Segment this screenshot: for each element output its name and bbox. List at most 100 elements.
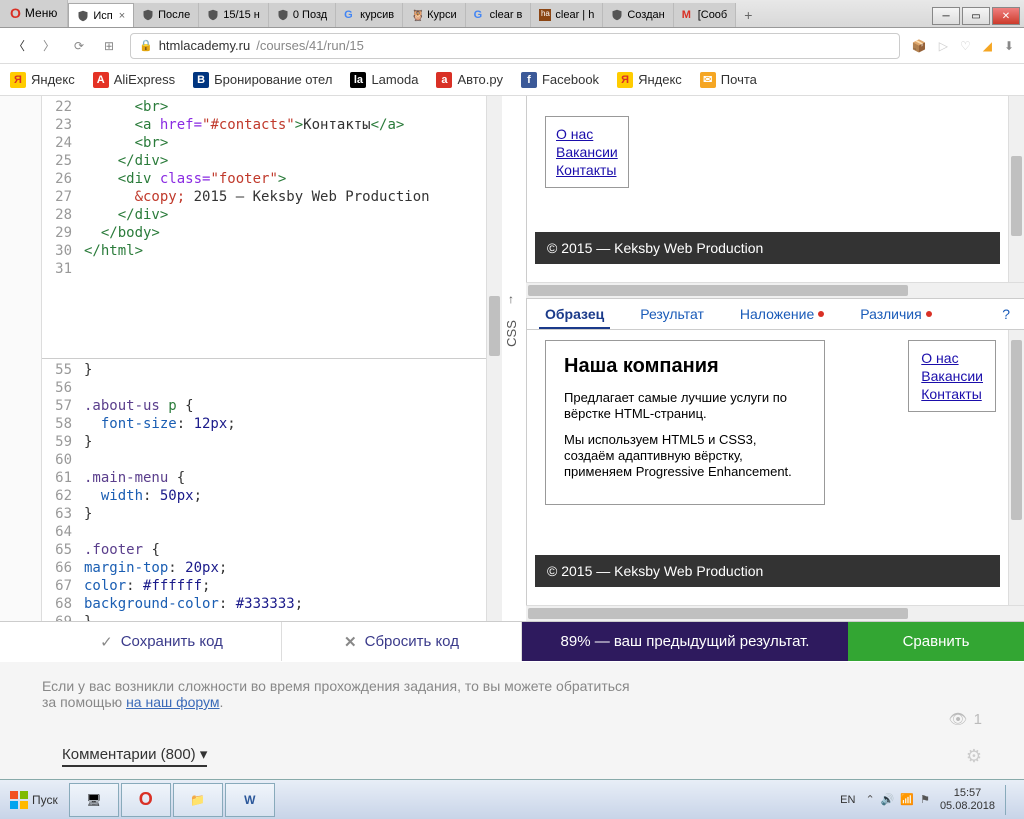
back-button[interactable]: 〈 (10, 37, 28, 55)
bookmark-item[interactable]: fFacebook (521, 72, 599, 88)
code-content[interactable]: <br> <a href="#contacts">Контакты</a> <b… (80, 96, 502, 358)
preview-sample: Наша компания Предлагает самые лучшие ус… (526, 330, 1024, 605)
bookmark-item[interactable]: ЯЯндекс (617, 72, 682, 88)
browser-tab[interactable]: Создан (603, 3, 673, 27)
footer-text: . (220, 694, 224, 710)
download-icon[interactable]: ⬇ (1004, 39, 1014, 53)
scrollbar-vertical[interactable] (486, 359, 502, 621)
gear-icon[interactable]: ⚙ (966, 746, 982, 767)
taskbar-app[interactable]: 📁 (173, 783, 223, 817)
bookmark-item[interactable]: laLamoda (350, 72, 418, 88)
button-label: Сохранить код (121, 633, 223, 650)
network-icon[interactable]: 📶 (900, 793, 914, 806)
result-text: 89% — ваш предыдущий результат. (561, 633, 810, 650)
close-icon: ✕ (344, 633, 357, 651)
nav-link[interactable]: О нас (921, 349, 983, 367)
comments-toggle[interactable]: Комментарии (800) ▾ (62, 745, 207, 767)
browser-tab[interactable]: После (134, 3, 199, 27)
preview-footer: © 2015 — Keksby Web Production (535, 232, 1000, 264)
bookmark-item[interactable]: aАвто.ру (436, 72, 503, 88)
close-window-button[interactable]: ✕ (992, 7, 1020, 25)
bookmark-item[interactable]: ✉Почта (700, 72, 757, 88)
shield-icon (142, 9, 154, 21)
window-titlebar: O Меню Исп × После 15/15 н 0 Позд Gкурси… (0, 0, 1024, 28)
new-tab-button[interactable]: + (736, 3, 760, 27)
browser-tab[interactable]: 0 Позд (269, 3, 336, 27)
tab-label: Результат (640, 306, 704, 322)
browser-tab[interactable]: haclear | h (531, 3, 603, 27)
shield-icon (277, 9, 289, 21)
volume-icon[interactable]: 🔊 (881, 793, 895, 806)
bookmark-label: Lamoda (371, 72, 418, 87)
indicator-dot (818, 311, 824, 317)
tab-help[interactable]: ? (988, 299, 1024, 329)
view-number: 1 (974, 711, 982, 728)
browser-tab[interactable]: M[Сооб (674, 3, 737, 27)
preview-footer: © 2015 — Keksby Web Production (535, 555, 1000, 587)
bookmark-item[interactable]: BБронирование отел (193, 72, 332, 88)
button-label: Сбросить код (365, 633, 459, 650)
browser-tab[interactable]: 15/15 н (199, 3, 269, 27)
scrollbar-vertical[interactable] (1008, 330, 1024, 605)
nav-link[interactable]: Контакты (921, 385, 983, 403)
address-bar[interactable]: 🔒 htmlacademy.ru/courses/41/run/15 (130, 33, 900, 59)
tab-sample[interactable]: Образец (527, 299, 622, 329)
maximize-button[interactable]: ▭ (962, 7, 990, 25)
reload-button[interactable]: ⟳ (70, 37, 88, 55)
browser-tab-active[interactable]: Исп × (68, 3, 134, 27)
forum-link[interactable]: на наш форум (126, 694, 219, 710)
nav-link[interactable]: Вакансии (921, 367, 983, 385)
taskbar-app[interactable]: 🖥 (69, 783, 119, 817)
opera-menu-button[interactable]: O Меню (0, 0, 68, 27)
show-desktop[interactable] (1005, 785, 1014, 815)
tab-label: Образец (545, 306, 604, 322)
bookmark-item[interactable]: AAliExpress (93, 72, 175, 88)
code-content[interactable]: } .about-us p { font-size: 12px; } .main… (80, 359, 502, 621)
extension-icon[interactable]: ◢ (983, 39, 992, 53)
button-label: Сравнить (903, 633, 970, 650)
chevron-up-icon[interactable]: ⌃ (865, 793, 874, 806)
flag-icon[interactable]: ⚑ (920, 793, 930, 806)
forward-button[interactable]: 〉 (40, 37, 58, 55)
start-button[interactable]: Пуск (0, 787, 68, 813)
window-controls: ─ ▭ ✕ (904, 5, 1024, 27)
browser-tab[interactable]: 🦉Курси (403, 3, 466, 27)
scrollbar-horizontal[interactable] (526, 282, 1024, 298)
bookmarks-bar: ЯЯндекс AAliExpress BБронирование отел l… (0, 64, 1024, 96)
attr-value: "footer" (210, 171, 277, 187)
compare-button[interactable]: Сравнить (848, 622, 1024, 661)
scrollbar-vertical[interactable] (1008, 96, 1024, 282)
main-content: 22232425262728293031 <br> <a href="#cont… (0, 96, 1024, 621)
heart-icon[interactable]: ♡ (960, 39, 971, 53)
browser-tab[interactable]: Gclear в (466, 3, 532, 27)
css-editor[interactable]: 55565758596061626364656667686970 } .abou… (42, 359, 502, 621)
reset-code-button[interactable]: ✕ Сбросить код (282, 622, 522, 661)
browser-tab[interactable]: Gкурсив (336, 3, 403, 27)
browser-navbar: 〈 〉 ⟳ ⊞ 🔒 htmlacademy.ru/courses/41/run/… (0, 28, 1024, 64)
tab-diff[interactable]: Различия (842, 299, 949, 329)
nav-link[interactable]: Вакансии (556, 143, 618, 161)
extension-icon[interactable]: 📦 (912, 39, 927, 53)
footer-text: за помощью (42, 694, 126, 710)
tab-result[interactable]: Результат (622, 299, 722, 329)
bookmark-item[interactable]: ЯЯндекс (10, 72, 75, 88)
nav-link[interactable]: Контакты (556, 161, 618, 179)
language-indicator[interactable]: EN (840, 794, 855, 806)
taskbar-app[interactable]: W (225, 783, 275, 817)
explorer-icon: 📁 (190, 793, 205, 807)
tab-label: курсив (360, 9, 394, 21)
save-code-button[interactable]: ✓ Сохранить код (42, 622, 282, 661)
tab-label: Различия (860, 306, 921, 322)
nav-link[interactable]: О нас (556, 125, 618, 143)
taskbar-app[interactable]: O (121, 783, 171, 817)
minimize-button[interactable]: ─ (932, 7, 960, 25)
html-editor[interactable]: 22232425262728293031 <br> <a href="#cont… (42, 96, 502, 359)
scrollbar-horizontal[interactable] (526, 605, 1024, 621)
bookmark-label: Facebook (542, 72, 599, 87)
preview-result: О нас Вакансии Контакты © 2015 — Keksby … (526, 96, 1024, 282)
tab-overlay[interactable]: Наложение (722, 299, 842, 329)
speed-dial-button[interactable]: ⊞ (100, 37, 118, 55)
extension-icon[interactable]: ▷ (939, 39, 948, 53)
close-icon[interactable]: × (119, 10, 125, 22)
clock[interactable]: 15:57 05.08.2018 (940, 787, 995, 813)
